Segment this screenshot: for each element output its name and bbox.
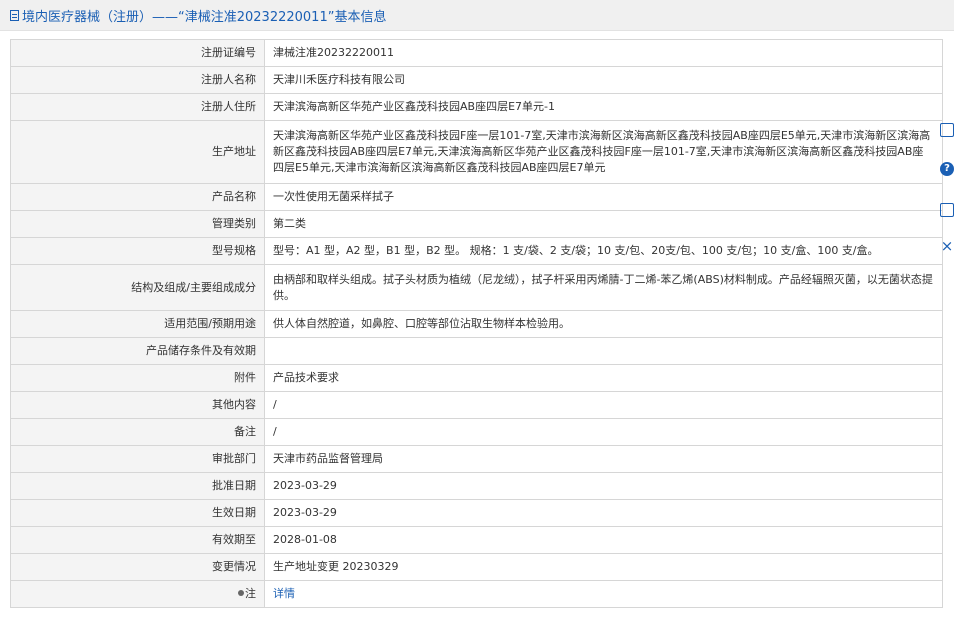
print-icon[interactable]: [940, 203, 954, 217]
row-label-note: 注: [10, 580, 265, 608]
page-header: 境内医疗器械（注册）——“津械注准20232220011”基本信息: [0, 0, 954, 31]
table-row: 批准日期 2023-03-29: [10, 472, 943, 500]
row-value: 天津川禾医疗科技有限公司: [264, 66, 943, 94]
table-row: 生产地址 天津滨海高新区华苑产业区鑫茂科技园F座一层101-7室,天津市滨海新区滨…: [10, 120, 943, 184]
row-value: 由柄部和取样头组成。拭子头材质为植绒（尼龙绒），拭子杆采用丙烯腈-丁二烯-苯乙烯…: [264, 264, 943, 311]
row-value: 天津市药品监督管理局: [264, 445, 943, 473]
pin-icon: [238, 590, 244, 596]
row-value: 一次性使用无菌采样拭子: [264, 183, 943, 211]
row-value: 产品技术要求: [264, 364, 943, 392]
row-value: 供人体自然腔道，如鼻腔、口腔等部位沾取生物样本检验用。: [264, 310, 943, 338]
table-row: 附件 产品技术要求: [10, 364, 943, 392]
row-label: 审批部门: [10, 445, 265, 473]
row-value: /: [264, 418, 943, 446]
row-label: 适用范围/预期用途: [10, 310, 265, 338]
row-label: 产品储存条件及有效期: [10, 337, 265, 365]
table-row: 生效日期 2023-03-29: [10, 499, 943, 527]
row-value-note: 详情: [264, 580, 943, 608]
row-value: [264, 337, 943, 365]
table-row: 结构及组成/主要组成成分 由柄部和取样头组成。拭子头材质为植绒（尼龙绒），拭子杆采…: [10, 264, 943, 311]
row-label: 批准日期: [10, 472, 265, 500]
edit-icon[interactable]: [940, 123, 954, 137]
close-icon[interactable]: ×: [940, 239, 954, 254]
table-row: 其他内容 /: [10, 391, 943, 419]
row-value: 津械注准20232220011: [264, 39, 943, 67]
row-label: 管理类别: [10, 210, 265, 238]
row-label: 生产地址: [10, 120, 265, 184]
row-label: 产品名称: [10, 183, 265, 211]
row-value: 天津滨海高新区华苑产业区鑫茂科技园AB座四层E7单元-1: [264, 93, 943, 121]
page-title: 境内医疗器械（注册）——“津械注准20232220011”基本信息: [22, 9, 387, 25]
table-row: 备注 /: [10, 418, 943, 446]
row-value: 2028-01-08: [264, 526, 943, 554]
help-icon[interactable]: ?: [940, 162, 954, 176]
row-value: 第二类: [264, 210, 943, 238]
row-label: 结构及组成/主要组成成分: [10, 264, 265, 311]
table-row: 有效期至 2028-01-08: [10, 526, 943, 554]
table-row: 注 详情: [10, 580, 943, 608]
row-value: 型号：A1 型，A2 型，B1 型，B2 型。 规格：1 支/袋、2 支/袋；1…: [264, 237, 943, 265]
table-row: 管理类别 第二类: [10, 210, 943, 238]
row-label: 注册证编号: [10, 39, 265, 67]
row-label: 注册人住所: [10, 93, 265, 121]
table-row: 注册人住所 天津滨海高新区华苑产业区鑫茂科技园AB座四层E7单元-1: [10, 93, 943, 121]
table-row: 型号规格 型号：A1 型，A2 型，B1 型，B2 型。 规格：1 支/袋、2 支…: [10, 237, 943, 265]
table-row: 适用范围/预期用途 供人体自然腔道，如鼻腔、口腔等部位沾取生物样本检验用。: [10, 310, 943, 338]
info-table: 注册证编号 津械注准20232220011 注册人名称 天津川禾医疗科技有限公司 注…: [10, 39, 943, 608]
row-label: 备注: [10, 418, 265, 446]
table-row: 变更情况 生产地址变更 20230329: [10, 553, 943, 581]
note-label: 注: [245, 587, 256, 600]
details-link[interactable]: 详情: [273, 587, 295, 600]
table-row: 审批部门 天津市药品监督管理局: [10, 445, 943, 473]
row-value: /: [264, 391, 943, 419]
row-label: 注册人名称: [10, 66, 265, 94]
row-label: 附件: [10, 364, 265, 392]
row-value: 生产地址变更 20230329: [264, 553, 943, 581]
row-label: 变更情况: [10, 553, 265, 581]
table-row: 注册证编号 津械注准20232220011: [10, 39, 943, 67]
table-row: 产品储存条件及有效期: [10, 337, 943, 365]
row-value: 2023-03-29: [264, 472, 943, 500]
row-label: 其他内容: [10, 391, 265, 419]
row-label: 生效日期: [10, 499, 265, 527]
row-label: 型号规格: [10, 237, 265, 265]
row-label: 有效期至: [10, 526, 265, 554]
row-value: 2023-03-29: [264, 499, 943, 527]
table-row: 注册人名称 天津川禾医疗科技有限公司: [10, 66, 943, 94]
document-icon: [10, 9, 19, 21]
row-value: 天津滨海高新区华苑产业区鑫茂科技园F座一层101-7室,天津市滨海新区滨海高新区…: [264, 120, 943, 184]
table-row: 产品名称 一次性使用无菌采样拭子: [10, 183, 943, 211]
